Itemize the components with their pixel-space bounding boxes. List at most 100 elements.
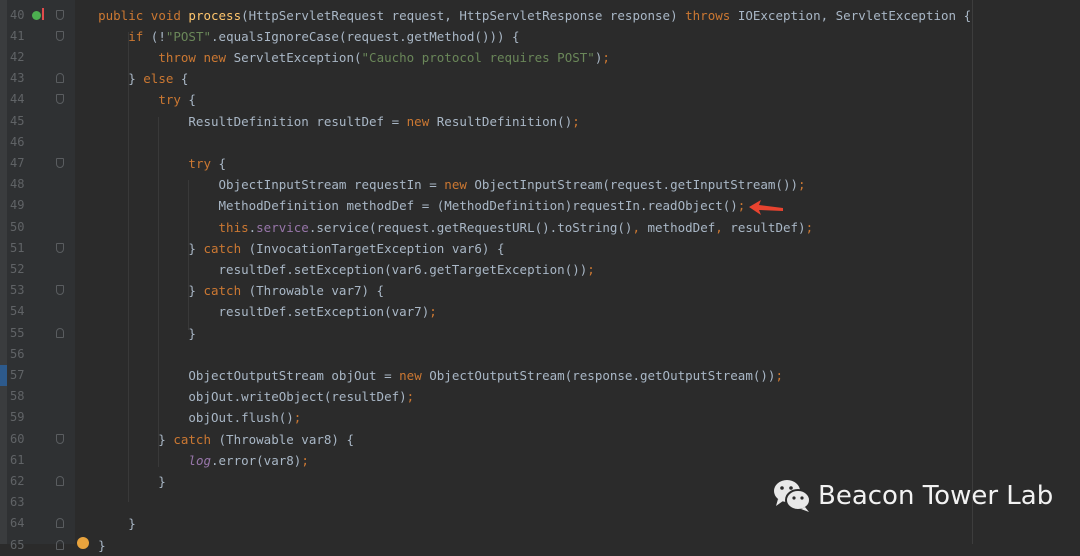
line-number: 45 xyxy=(10,113,25,128)
line-number: 57 xyxy=(10,367,25,382)
code-token: new xyxy=(444,177,475,193)
code-token: (! xyxy=(150,28,166,44)
code-token: ; xyxy=(429,304,437,320)
code-text: resultDef.setException(var6.getTargetExc… xyxy=(68,259,595,280)
code-text: } catch (InvocationTargetException var6)… xyxy=(68,238,504,259)
code-line[interactable]: 61 log.error(var8); xyxy=(0,450,1080,471)
fold-collapse-icon[interactable] xyxy=(56,30,64,41)
fold-end-icon[interactable] xyxy=(56,539,64,550)
code-text: throw new ServletException("Caucho proto… xyxy=(68,47,610,68)
code-token: new xyxy=(399,367,430,383)
code-line[interactable]: 51 } catch (InvocationTargetException va… xyxy=(0,238,1080,259)
code-token: try xyxy=(188,155,219,171)
fold-collapse-icon[interactable] xyxy=(56,242,64,253)
line-number: 58 xyxy=(10,389,25,404)
code-line[interactable]: 46 xyxy=(0,132,1080,153)
code-token: objOut.flush() xyxy=(68,410,294,426)
code-token: ObjectInputStream(request.getInputStream… xyxy=(474,177,799,193)
code-line[interactable]: 64 } xyxy=(0,513,1080,534)
code-line[interactable]: 49 MethodDefinition methodDef = (MethodD… xyxy=(0,195,1080,216)
code-line[interactable]: 41 if (!"POST".equalsIgnoreCase(request.… xyxy=(0,26,1080,47)
implements-method-icon[interactable] xyxy=(32,10,41,20)
code-line[interactable]: 59 objOut.flush(); xyxy=(0,407,1080,428)
fold-collapse-icon[interactable] xyxy=(56,285,64,296)
code-line[interactable]: 52 resultDef.setException(var6.getTarget… xyxy=(0,259,1080,280)
code-token: throws xyxy=(685,7,738,23)
fold-collapse-icon[interactable] xyxy=(56,157,64,168)
code-line[interactable]: 60 } catch (Throwable var8) { xyxy=(0,429,1080,450)
code-line[interactable]: 40 public void process(HttpServletReques… xyxy=(0,5,1080,26)
code-token: , xyxy=(715,219,723,235)
code-line[interactable]: 48 ObjectInputStream requestIn = new Obj… xyxy=(0,174,1080,195)
code-token: (HttpServletRequest request, HttpServlet… xyxy=(241,7,686,23)
code-token: ObjectOutputStream(response.getOutputStr… xyxy=(429,367,776,383)
code-token: resultDef) xyxy=(722,219,806,235)
code-token: (Throwable var7) { xyxy=(248,283,385,299)
code-line[interactable]: 50 this.service.service(request.getReque… xyxy=(0,217,1080,238)
fold-collapse-icon[interactable] xyxy=(56,9,64,20)
code-token: catch xyxy=(203,240,249,256)
code-token: ResultDefinition() xyxy=(436,113,573,129)
fold-end-icon[interactable] xyxy=(56,475,64,486)
code-token: } xyxy=(68,473,166,489)
code-token: try xyxy=(158,92,189,108)
code-token: } xyxy=(68,240,204,256)
code-text: } xyxy=(68,513,136,534)
code-line[interactable]: 43 } else { xyxy=(0,68,1080,89)
fold-collapse-icon[interactable] xyxy=(56,433,64,444)
code-token: { xyxy=(188,92,196,108)
code-token: ; xyxy=(301,452,309,468)
code-text: resultDef.setException(var7); xyxy=(68,301,437,322)
override-arrow-icon[interactable] xyxy=(42,7,44,20)
line-number: 47 xyxy=(10,155,25,170)
code-line[interactable]: 65 } xyxy=(0,535,1080,556)
code-token: resultDef.setException(var6.getTargetExc… xyxy=(68,261,588,277)
code-line[interactable]: 55 } xyxy=(0,323,1080,344)
code-token: catch xyxy=(173,431,219,447)
line-number: 59 xyxy=(10,410,25,425)
code-token: ResultDefinition resultDef = xyxy=(68,113,407,129)
code-line[interactable]: 42 throw new ServletException("Caucho pr… xyxy=(0,47,1080,68)
code-line[interactable]: 44 try { xyxy=(0,89,1080,110)
code-token: ; xyxy=(406,389,415,405)
code-token: objOut.writeObject(resultDef) xyxy=(68,389,407,405)
code-token: ; xyxy=(805,219,814,235)
code-token: IOException, ServletException { xyxy=(737,7,972,23)
fold-end-icon[interactable] xyxy=(56,73,64,84)
code-token: ; xyxy=(775,367,783,383)
code-token: .error(var8) xyxy=(211,452,302,468)
code-text: } xyxy=(68,471,166,492)
line-number: 48 xyxy=(10,177,25,192)
lightbulb-icon[interactable] xyxy=(77,537,89,549)
code-token: this xyxy=(218,219,249,235)
code-text: if (!"POST".equalsIgnoreCase(request.get… xyxy=(68,26,519,47)
code-line[interactable]: 57 ObjectOutputStream objOut = new Objec… xyxy=(0,364,1080,386)
code-line[interactable]: 56 xyxy=(0,344,1080,365)
code-line[interactable]: 53 } catch (Throwable var7) { xyxy=(0,280,1080,301)
line-number: 60 xyxy=(10,431,25,446)
code-token: "Caucho protocol requires POST" xyxy=(361,49,595,65)
line-number: 50 xyxy=(10,219,25,234)
line-number: 55 xyxy=(10,325,25,340)
fold-collapse-icon[interactable] xyxy=(56,94,64,105)
code-token: ObjectInputStream requestIn = xyxy=(68,177,445,193)
line-number: 49 xyxy=(10,198,25,213)
line-number: 54 xyxy=(10,304,25,319)
code-token: } xyxy=(68,71,144,87)
line-number: 65 xyxy=(10,537,25,552)
code-token: { xyxy=(180,71,189,87)
code-token: ObjectOutputStream objOut = xyxy=(68,367,400,383)
code-token: ; xyxy=(602,49,610,65)
code-text: ResultDefinition resultDef = new ResultD… xyxy=(68,111,579,132)
fold-end-icon[interactable] xyxy=(56,327,64,338)
code-line[interactable]: 58 objOut.writeObject(resultDef); xyxy=(0,386,1080,407)
fold-end-icon[interactable] xyxy=(56,518,64,529)
code-token: } xyxy=(68,431,174,447)
code-line[interactable]: 45 ResultDefinition resultDef = new Resu… xyxy=(0,111,1080,132)
code-line[interactable]: 47 try { xyxy=(0,153,1080,174)
code-token: MethodDefinition methodDef = (MethodDefi… xyxy=(68,198,738,214)
code-line[interactable]: 54 resultDef.setException(var7); xyxy=(0,301,1080,322)
